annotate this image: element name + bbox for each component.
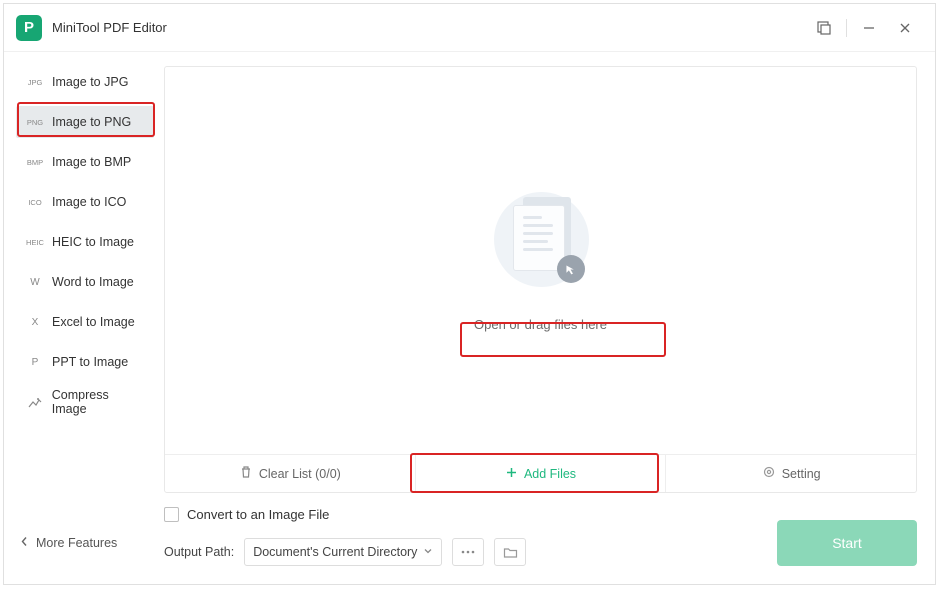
more-features-button[interactable]: More Features [20,536,117,550]
sidebar-item-compress-image[interactable]: Compress Image [16,386,154,418]
sidebar: JPG Image to JPG PNG Image to PNG BMP Im… [4,52,164,584]
chevron-down-icon [423,545,433,559]
sidebar-item-excel-to-image[interactable]: X Excel to Image [16,306,154,338]
sidebar-item-label: Image to BMP [52,155,131,169]
dropzone-label: Open or drag files here [474,317,607,332]
minimize-button[interactable] [851,13,887,43]
trash-icon [239,465,253,482]
badge-jpg: JPG [24,75,46,89]
sidebar-item-label: Compress Image [52,388,146,416]
sidebar-item-label: Image to ICO [52,195,126,209]
badge-ico: ICO [24,195,46,209]
chevron-left-icon [20,536,28,550]
badge-heic: HEIC [24,235,46,249]
switch-icon[interactable] [806,13,842,43]
sidebar-item-label: Image to PNG [52,115,131,129]
sidebar-item-word-to-image[interactable]: W Word to Image [16,266,154,298]
sidebar-item-image-to-png[interactable]: PNG Image to PNG [16,106,154,138]
gear-icon [762,465,776,482]
sidebar-item-heic-to-image[interactable]: HEIC HEIC to Image [16,226,154,258]
action-bar: Clear List (0/0) Add Files Setting [165,454,916,492]
setting-button[interactable]: Setting [665,455,916,492]
badge-w: W [24,275,46,289]
badge-bmp: BMP [24,155,46,169]
sidebar-item-ppt-to-image[interactable]: P PPT to Image [16,346,154,378]
badge-p: P [24,355,46,369]
compress-icon [24,395,46,409]
output-path-value: Document's Current Directory [253,545,417,559]
sidebar-item-label: Word to Image [52,275,134,289]
convert-checkbox[interactable] [164,507,179,522]
main-canvas: Open or drag files here Clear List (0/0) [164,66,917,493]
sidebar-item-label: Excel to Image [52,315,135,329]
badge-png: PNG [24,115,46,129]
document-illustration [491,189,591,289]
sidebar-item-label: PPT to Image [52,355,128,369]
more-options-button[interactable] [452,538,484,566]
sidebar-item-image-to-bmp[interactable]: BMP Image to BMP [16,146,154,178]
sidebar-item-image-to-ico[interactable]: ICO Image to ICO [16,186,154,218]
clear-list-label: Clear List (0/0) [259,467,341,481]
add-files-button[interactable]: Add Files [415,455,666,492]
close-button[interactable] [887,13,923,43]
open-folder-button[interactable] [494,538,526,566]
output-path-label: Output Path: [164,545,234,559]
plus-icon [505,466,518,482]
start-label: Start [832,535,862,551]
dropzone[interactable]: Open or drag files here [165,67,916,454]
more-features-label: More Features [36,536,117,550]
app-title: MiniTool PDF Editor [52,20,167,35]
output-path-select[interactable]: Document's Current Directory [244,538,442,566]
badge-x: X [24,315,46,329]
cursor-icon [557,255,585,283]
app-logo: P [16,15,42,41]
start-button[interactable]: Start [777,520,917,566]
add-files-label: Add Files [524,467,576,481]
titlebar: P MiniTool PDF Editor [4,4,935,52]
setting-label: Setting [782,467,821,481]
sidebar-item-image-to-jpg[interactable]: JPG Image to JPG [16,66,154,98]
clear-list-button[interactable]: Clear List (0/0) [165,455,415,492]
sidebar-item-label: Image to JPG [52,75,128,89]
sidebar-item-label: HEIC to Image [52,235,134,249]
convert-label: Convert to an Image File [187,507,329,522]
